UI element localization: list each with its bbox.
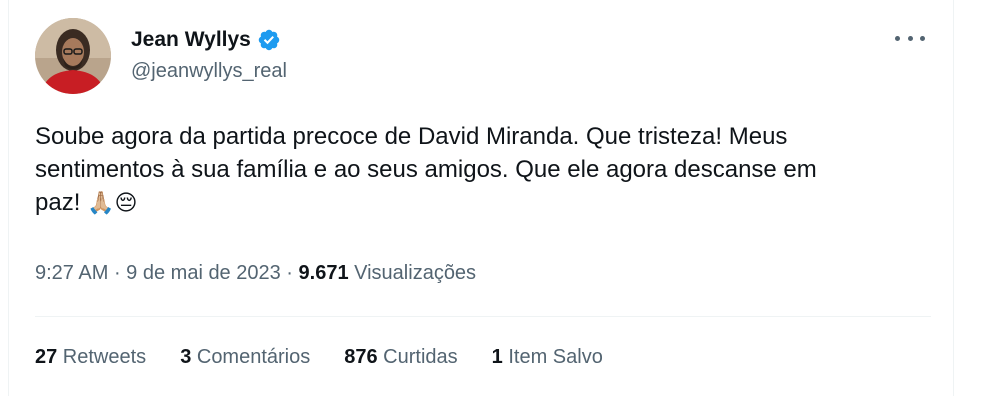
avatar[interactable] — [35, 18, 111, 94]
author-name-row: Jean Wyllys — [131, 28, 281, 52]
emoji: 🙏🏼😔 — [87, 191, 138, 216]
separator: · — [108, 262, 127, 284]
tweet-date[interactable]: 9 de mai de 2023 — [126, 262, 281, 284]
views-label: Visualizações — [348, 262, 477, 284]
author-handle[interactable]: @jeanwyllys_real — [131, 60, 287, 83]
stat-count: 876 — [344, 346, 378, 368]
stat-label: Comentários — [191, 346, 311, 368]
tweet-line-last: paz! 🙏🏼😔 — [35, 186, 935, 220]
tweet-meta: 9:27 AM · 9 de mai de 2023 · 9.671 Visua… — [35, 262, 476, 285]
comments-stat[interactable]: 3 Comentários — [180, 346, 310, 369]
stat-label: Item Salvo — [502, 346, 603, 368]
retweets-stat[interactable]: 27 Retweets — [35, 346, 146, 369]
likes-stat[interactable]: 876 Curtidas — [344, 346, 457, 369]
separator: · — [280, 262, 299, 284]
divider — [35, 316, 931, 317]
more-options-icon[interactable] — [895, 28, 925, 48]
tweet-card: Jean Wyllys @jeanwyllys_real Soube agora… — [8, 0, 954, 396]
stat-count: 1 — [491, 346, 503, 368]
stat-count: 3 — [180, 346, 192, 368]
stat-count: 27 — [35, 346, 58, 368]
dot — [907, 35, 913, 41]
stat-label: Curtidas — [377, 346, 458, 368]
tweet-text: Soube agora da partida precoce de David … — [35, 120, 935, 220]
dot — [920, 35, 925, 41]
dot — [895, 35, 900, 41]
verified-badge-icon — [258, 29, 280, 51]
tweet-line: sentimentos à sua família e ao seus amig… — [35, 156, 817, 183]
views-count: 9.671 — [298, 262, 349, 284]
tweet-line: Soube agora da partida precoce de David … — [35, 123, 788, 150]
avatar-image — [35, 18, 111, 94]
bookmarks-stat[interactable]: 1 Item Salvo — [492, 346, 603, 369]
engagement-stats: 27 Retweets 3 Comentários 876 Curtidas 1… — [35, 346, 637, 369]
author-name[interactable]: Jean Wyllys — [131, 28, 251, 52]
stat-label: Retweets — [57, 346, 147, 368]
tweet-line: paz! — [35, 189, 81, 216]
tweet-time[interactable]: 9:27 AM — [35, 262, 108, 284]
